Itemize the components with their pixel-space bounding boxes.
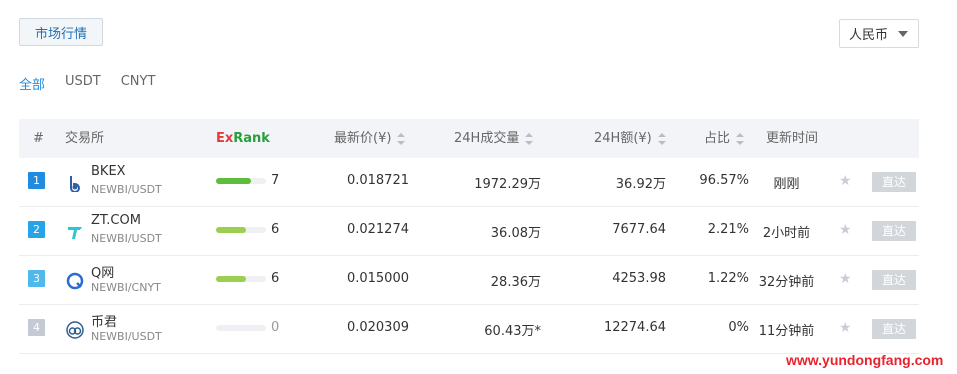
update-time: 2小时前 (762, 226, 811, 241)
exrank-label-ex: Ex (216, 131, 234, 146)
col-exrank[interactable]: ExRank (216, 119, 270, 158)
exrank-bar (216, 227, 266, 233)
update-time: 32分钟前 (758, 275, 815, 290)
sort-icon[interactable] (397, 132, 406, 145)
latest-price: 0.015000 (346, 271, 409, 286)
pair-filter-tabs: 全部 USDT CNYT (19, 74, 175, 93)
exchange-name[interactable]: BKEX (91, 164, 126, 179)
star-icon[interactable]: ★ (839, 271, 852, 287)
filter-tab-usdt[interactable]: USDT (65, 74, 101, 93)
col-exchange: 交易所 (65, 131, 105, 146)
exrank-score: 0 (271, 320, 280, 335)
trading-pair: NEWBI/USDT (91, 330, 162, 343)
exchange-name[interactable]: ZT.COM (91, 213, 141, 228)
share-percent: 2.21% (707, 222, 749, 237)
ztcom-logo-icon (66, 223, 84, 241)
col-share[interactable]: 占比 (704, 119, 745, 158)
table-row: 2 ZT.COM NEWBI/USDT 6 0.021274 36.08万 7677.64 2… (19, 207, 919, 256)
share-percent: 1.22% (707, 271, 749, 286)
col-amount[interactable]: 24H额(¥) (594, 119, 666, 158)
bijun-logo-icon (66, 321, 84, 339)
exrank-score: 6 (271, 222, 280, 237)
amount-24h: 12274.64 (603, 320, 666, 335)
table-row: 1 BKEX NEWBI/USDT 7 0.018721 1972.29万 36.92万 96… (19, 158, 919, 207)
trading-pair: NEWBI/CNYT (91, 281, 161, 294)
col-share-label: 占比 (704, 131, 731, 146)
amount-24h: 36.92万 (615, 177, 666, 192)
exrank-bar (216, 178, 266, 184)
update-time: 11分钟前 (758, 324, 815, 339)
table-row: 4 币君 NEWBI/USDT 0 0.020309 60.43万* 12274.64 0% 1… (19, 305, 919, 354)
go-button[interactable]: 直达 (872, 319, 916, 339)
go-button[interactable]: 直达 (872, 221, 916, 241)
amount-24h: 7677.64 (612, 222, 666, 237)
exrank-score: 7 (271, 173, 280, 188)
share-percent: 96.57% (699, 173, 749, 188)
watermark-text: www.yundongfang.com (786, 352, 944, 368)
trading-pair: NEWBI/USDT (91, 232, 162, 245)
star-icon[interactable]: ★ (839, 222, 852, 238)
qnet-logo-icon (66, 272, 84, 290)
trading-pair: NEWBI/USDT (91, 183, 162, 196)
exrank-score: 6 (271, 271, 280, 286)
amount-24h: 4253.98 (612, 271, 666, 286)
exchange-name[interactable]: 币君 (91, 311, 117, 330)
volume-24h: 28.36万 (490, 275, 541, 290)
sort-icon[interactable] (736, 132, 745, 145)
volume-24h: 60.43万* (484, 324, 541, 339)
market-quotes-tab[interactable]: 市场行情 (19, 18, 103, 46)
col-price-label: 最新价(¥) (334, 131, 392, 146)
volume-24h: 36.08万 (490, 226, 541, 241)
exchange-name[interactable]: Q网 (91, 262, 114, 281)
col-updated: 更新时间 (766, 131, 819, 146)
sort-icon[interactable] (657, 132, 666, 145)
rank-badge: 4 (28, 319, 45, 336)
currency-select-value: 人民币 (849, 28, 889, 43)
rank-badge: 1 (28, 172, 45, 189)
volume-24h: 1972.29万 (474, 177, 541, 192)
table-header: # 交易所 ExRank 最新价(¥) 24H成交量 24H额(¥) 占比 更新… (19, 119, 919, 158)
exrank-bar-fill (216, 227, 246, 233)
update-time: 刚刚 (773, 177, 800, 192)
exrank-bar-fill (216, 178, 251, 184)
sort-icon[interactable] (525, 132, 534, 145)
filter-tab-cnyt[interactable]: CNYT (121, 74, 156, 93)
col-volume-label: 24H成交量 (454, 131, 520, 146)
exrank-label-rank: Rank (233, 131, 270, 146)
star-icon[interactable]: ★ (839, 320, 852, 336)
caret-down-icon (898, 31, 908, 37)
exrank-bar-fill (216, 276, 246, 282)
filter-tab-all[interactable]: 全部 (19, 74, 45, 93)
share-percent: 0% (728, 320, 749, 335)
table-row: 3 Q网 NEWBI/CNYT 6 0.015000 28.36万 4253.98 1.22%… (19, 256, 919, 305)
rank-badge: 3 (28, 270, 45, 287)
col-index: # (33, 131, 44, 146)
latest-price: 0.021274 (346, 222, 409, 237)
go-button[interactable]: 直达 (872, 172, 916, 192)
exrank-bar (216, 276, 266, 282)
latest-price: 0.018721 (346, 173, 409, 188)
col-volume[interactable]: 24H成交量 (454, 119, 534, 158)
go-button[interactable]: 直达 (872, 270, 916, 290)
rank-badge: 2 (28, 221, 45, 238)
col-amount-label: 24H额(¥) (594, 131, 652, 146)
latest-price: 0.020309 (346, 320, 409, 335)
star-icon[interactable]: ★ (839, 173, 852, 189)
exrank-bar (216, 325, 266, 331)
exchange-table: # 交易所 ExRank 最新价(¥) 24H成交量 24H额(¥) 占比 更新… (19, 119, 919, 354)
currency-select[interactable]: 人民币 (839, 19, 919, 48)
bkex-logo-icon (66, 174, 84, 193)
col-price[interactable]: 最新价(¥) (334, 119, 406, 158)
